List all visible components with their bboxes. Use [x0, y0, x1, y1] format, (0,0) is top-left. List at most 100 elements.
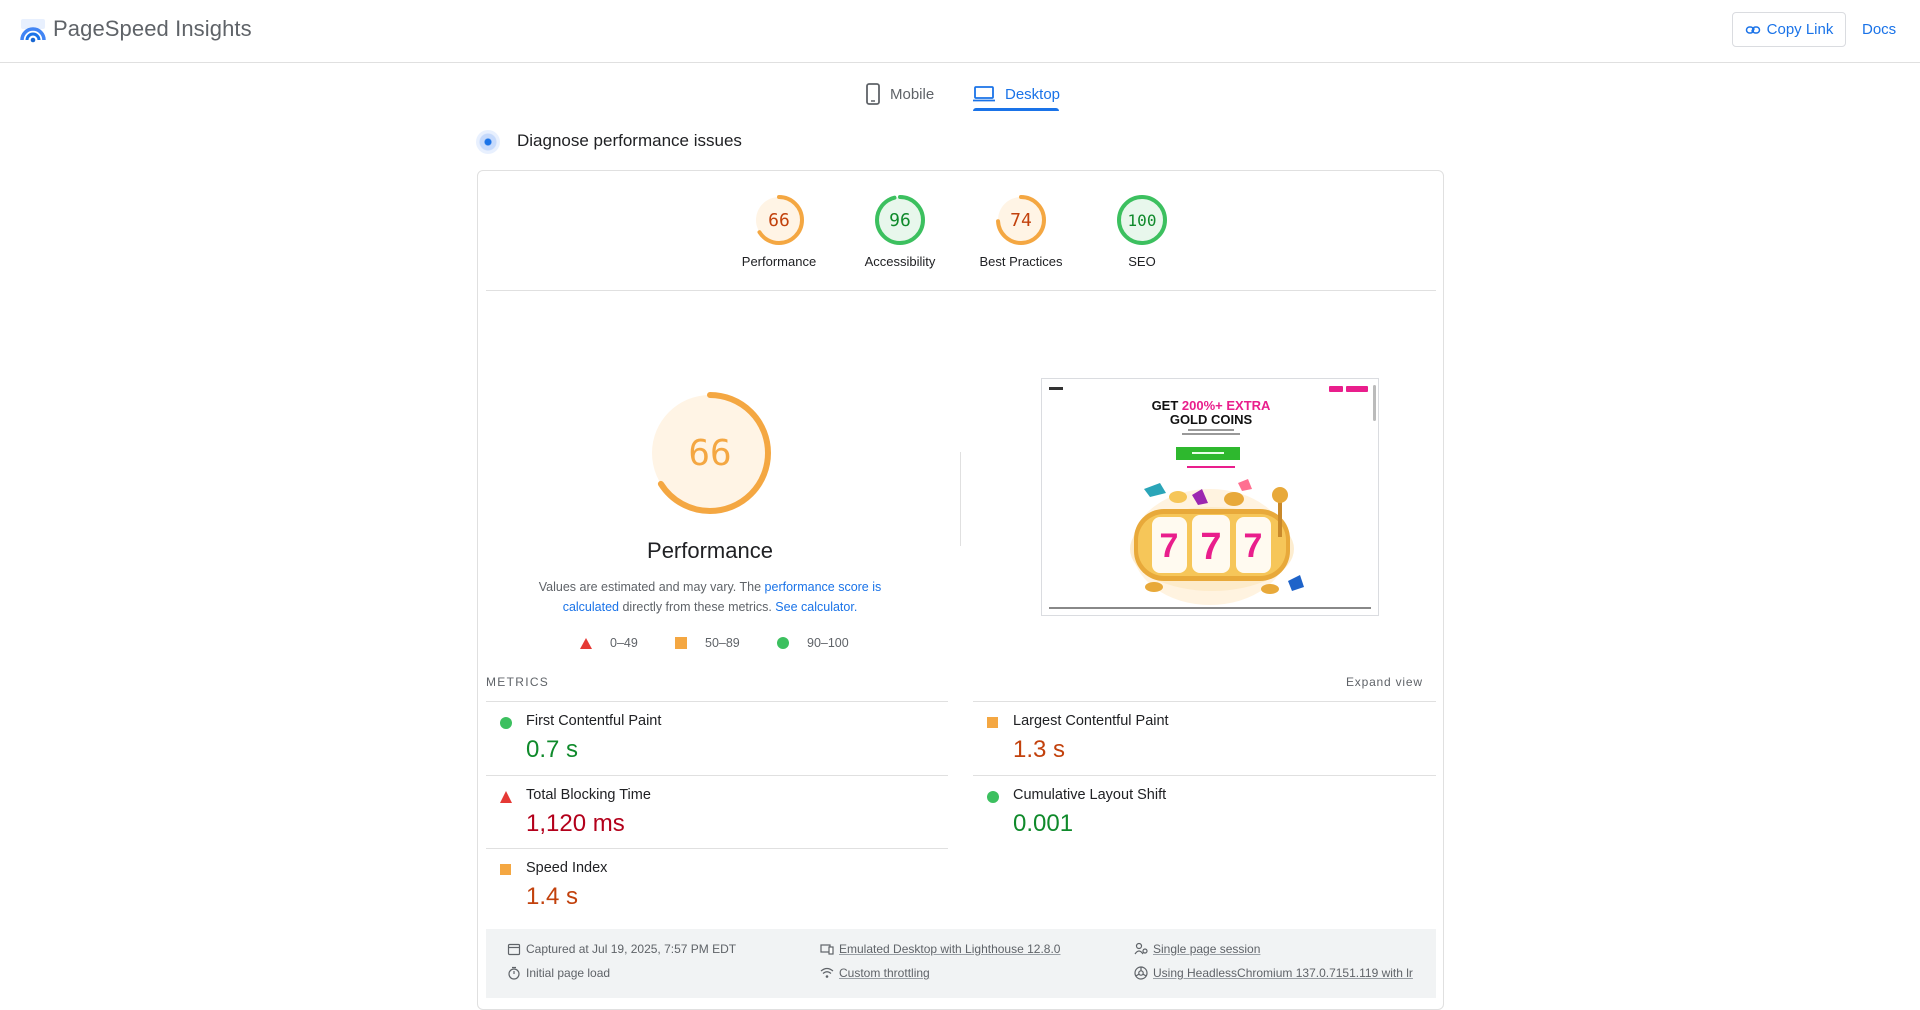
svg-text:GET 200%+ EXTRA: GET 200%+ EXTRA: [1152, 398, 1271, 413]
metric-name: Speed Index: [526, 860, 608, 876]
performance-gauge: 66: [649, 392, 771, 514]
info-text: Initial page load: [526, 966, 611, 980]
see-calculator-link[interactable]: See calculator.: [775, 600, 857, 614]
explain-text: Values are estimated and may vary. The: [538, 580, 765, 594]
legend-label: 90–100: [807, 636, 849, 650]
pagespeed-logo-icon[interactable]: [20, 18, 46, 44]
docs-link[interactable]: Docs: [1862, 21, 1896, 38]
run-info-bar: [486, 929, 1436, 998]
expand-view-toggle[interactable]: Expand view: [1346, 675, 1423, 689]
devices-icon: [820, 944, 834, 955]
performance-score: 66: [688, 433, 731, 474]
performance-title: Performance: [647, 538, 773, 563]
screenshot-headline-line2: GOLD COINS: [1170, 412, 1253, 427]
metric-value: 0.001: [1013, 810, 1074, 837]
screenshot-headline-b: 200%+ EXTRA: [1182, 398, 1271, 413]
metric-value: 1.4 s: [526, 883, 579, 910]
session-icon: [1134, 942, 1148, 955]
laptop-icon: [973, 86, 995, 102]
fail-triangle-icon: [500, 791, 512, 803]
legend-label: 50–89: [705, 636, 740, 650]
copy-link-button[interactable]: Copy Link: [1732, 12, 1846, 47]
tab-active-indicator: [973, 108, 1059, 111]
gauge-score: 96: [889, 210, 911, 231]
svg-text:7: 7: [1244, 527, 1263, 565]
gauge-ring: 100: [1117, 195, 1167, 245]
square-icon: [675, 637, 687, 649]
copy-link-label: Copy Link: [1766, 21, 1834, 38]
info-text: Emulated Desktop with Lighthouse 12.8.0: [839, 942, 1061, 956]
divider: [486, 290, 1436, 291]
pass-circle-icon: [500, 717, 512, 729]
divider: [486, 701, 948, 702]
vertical-divider: [960, 452, 961, 546]
metric-name: Cumulative Layout Shift: [1013, 787, 1167, 803]
gauge-best-practices[interactable]: 74 Best Practices: [966, 194, 1076, 269]
timer-icon: [508, 966, 520, 980]
triangle-icon: [580, 637, 592, 649]
metric-name: Total Blocking Time: [526, 787, 651, 803]
wifi-icon: [820, 967, 834, 978]
gauge-score: 74: [1010, 210, 1032, 231]
metric-name: Largest Contentful Paint: [1013, 713, 1169, 729]
circle-icon: [777, 637, 789, 649]
metric-value: 1,120 ms: [526, 810, 625, 837]
metric-value: 0.7 s: [526, 736, 579, 763]
divider: [486, 775, 948, 776]
app-title[interactable]: PageSpeed Insights: [53, 16, 252, 42]
info-throttling[interactable]: Custom throttling: [820, 966, 930, 980]
gauge-label: Performance: [741, 254, 817, 269]
tab-desktop[interactable]: Desktop: [972, 77, 1060, 111]
info-text: Single page session: [1153, 942, 1261, 956]
svg-text:7: 7: [1160, 527, 1179, 565]
screenshot-image: GET 200%+ EXTRA GOLD COINS 7 7 7: [1042, 379, 1378, 615]
info-text: Captured at Jul 19, 2025, 7:57 PM EDT: [526, 942, 737, 956]
metrics-heading: METRICS: [486, 675, 550, 689]
info-emulated[interactable]: Emulated Desktop with Lighthouse 12.8.0: [820, 942, 1060, 956]
gauge-label: Accessibility: [864, 254, 936, 269]
info-text: Using HeadlessChromium 137.0.7151.119 wi…: [1153, 966, 1413, 980]
gauge-ring: 66: [754, 195, 804, 245]
legend-average: 50–89: [675, 636, 740, 650]
divider: [486, 848, 948, 849]
gauge-score: 100: [1128, 211, 1157, 230]
screenshot-headline-a: GET: [1152, 398, 1182, 413]
metric-name: First Contentful Paint: [526, 713, 662, 729]
divider: [973, 701, 1436, 702]
gauge-label: Best Practices: [979, 254, 1063, 269]
svg-text:7: 7: [1200, 526, 1221, 568]
final-screenshot[interactable]: GET 200%+ EXTRA GOLD COINS 7 7 7: [1041, 378, 1379, 616]
legend-label: 0–49: [610, 636, 638, 650]
divider: [973, 775, 1436, 776]
pass-circle-icon: [987, 791, 999, 803]
info-browser[interactable]: Using HeadlessChromium 137.0.7151.119 wi…: [1134, 966, 1413, 980]
gauge-seo[interactable]: 100 SEO: [1087, 194, 1197, 269]
gauge-ring: 96: [875, 195, 925, 245]
diagnose-icon: [476, 130, 500, 154]
phone-icon: [866, 83, 880, 105]
explain-text: directly from these metrics.: [619, 600, 776, 614]
tab-desktop-label: Desktop: [1005, 85, 1061, 103]
info-captured: Captured at Jul 19, 2025, 7:57 PM EDT: [507, 942, 736, 956]
gauge-ring: 74: [996, 195, 1046, 245]
gauge-label: SEO: [1128, 254, 1156, 269]
gauge-score: 66: [768, 210, 790, 231]
average-square-icon: [500, 864, 511, 875]
info-session[interactable]: Single page session: [1134, 942, 1260, 956]
metric-value: 1.3 s: [1013, 736, 1066, 763]
browser-icon: [1134, 966, 1148, 980]
top-bar: PageSpeed Insights Copy Link Docs: [0, 0, 1920, 63]
legend-fail: 0–49: [580, 636, 638, 650]
info-initial-load: Initial page load: [507, 966, 610, 980]
performance-explanation: Values are estimated and may vary. The p…: [528, 577, 892, 617]
gauge-accessibility[interactable]: 96 Accessibility: [845, 194, 955, 269]
info-text: Custom throttling: [839, 966, 930, 980]
tab-mobile-label: Mobile: [890, 85, 935, 103]
calendar-icon: [507, 943, 521, 956]
diagnose-title: Diagnose performance issues: [517, 131, 742, 150]
link-icon: [1745, 25, 1760, 34]
legend-pass: 90–100: [777, 636, 849, 650]
average-square-icon: [987, 717, 998, 728]
gauge-performance[interactable]: 66 Performance: [724, 194, 834, 269]
tab-mobile[interactable]: Mobile: [865, 77, 934, 111]
